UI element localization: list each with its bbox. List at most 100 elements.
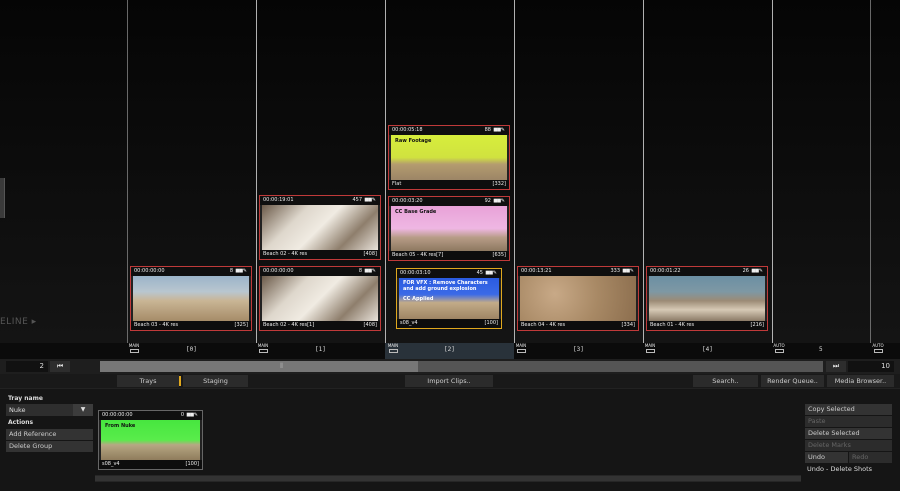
timeline-ruler[interactable]: MAIN MAIN MAIN MAIN MAIN AUTO AUTO [0] [… (0, 343, 900, 359)
add-reference-button[interactable]: Add Reference (6, 429, 93, 440)
signal-icon: ▮▮▮▮ ✎ (186, 412, 198, 418)
scrub-bar: 2 ⏮ ⦀ ⏭ 10 (0, 359, 900, 374)
clip-count: 45 (476, 270, 483, 276)
clip-timecode: 00:00:00:00 (102, 412, 133, 418)
clip-thumbnail[interactable]: 00:00:13:21 333 ▮▮▮▮ ✎ Beach 04 - 4K res [3… (517, 266, 639, 331)
ruler-label: 5 (819, 346, 823, 353)
clip-thumbnail[interactable]: 00:00:00:00 8 ▮▮▮▮ ✎ Beach 02 - 4K res[1] [… (259, 266, 381, 331)
signal-icon: ▮▮▮▮ ✎ (364, 197, 376, 203)
marker-label: MAIN (515, 343, 527, 348)
clip-name: Beach 04 - 4K res (521, 322, 566, 328)
scrollbar-thumb[interactable] (95, 476, 801, 481)
clip-thumbnail[interactable]: 00:00:19:01 457 ▮▮▮▮ ✎ Beach 02 - 4K res [4… (259, 195, 381, 260)
track-divider (870, 0, 871, 343)
marker-label: MAIN (644, 343, 656, 348)
copy-selected-button[interactable]: Copy Selected (805, 404, 892, 415)
clip-version: [332] (492, 181, 506, 187)
jump-end-button[interactable]: ⏭ (826, 361, 846, 372)
clip-timecode: 00:00:01:22 (650, 268, 681, 274)
clip-thumbnail-selected[interactable]: FOR VFX : Remove Characters and add grou… (396, 268, 502, 329)
track-divider (385, 0, 386, 343)
clip-version: [216] (750, 322, 764, 328)
staging-tab[interactable]: Staging (183, 375, 248, 387)
panel-collapse-tab[interactable] (0, 178, 5, 218)
jump-start-button[interactable]: ⏮ (50, 361, 70, 372)
clip-name: Beach 03 - 4K res (134, 322, 179, 328)
grip-icon: ⦀ (280, 362, 284, 370)
signal-icon: ▮▮▮▮ ✎ (493, 127, 505, 133)
redo-button[interactable]: Redo (849, 452, 892, 463)
clip-timecode: 00:00:00:00 (134, 268, 165, 274)
scrollbar-thumb[interactable]: ⦀ (100, 361, 418, 372)
clip-image (262, 276, 378, 321)
clip-thumbnail[interactable]: Raw Footage 00:00:05:18 88 ▮▮▮▮ ✎ Flat [332… (388, 125, 510, 190)
marker-label: MAIN (387, 343, 399, 348)
clip-thumbnail[interactable]: CC Base Grade 00:00:03:20 92 ▮▮▮▮ ✎ Beach … (388, 196, 510, 261)
ruler-label: [0] (186, 346, 197, 353)
marker-label: AUTO (773, 343, 785, 348)
media-browser-button[interactable]: Media Browser.. (827, 375, 894, 387)
clip-timecode: 00:00:03:10 (400, 270, 431, 276)
undo-status-text: Undo - Delete Shots (807, 465, 873, 473)
clip-name: Beach 05 - 4K res[7] (392, 252, 444, 258)
clip-tag: FOR VFX : Remove Characters and add grou… (403, 280, 488, 292)
marker-auto[interactable]: AUTO (772, 343, 786, 353)
tray-scrollbar[interactable] (95, 475, 801, 482)
paste-button[interactable]: Paste (805, 416, 892, 427)
timeline-label: ELINE ▸ (0, 317, 37, 327)
clip-tag: From Nuke (105, 423, 136, 429)
marker-label: MAIN (257, 343, 269, 348)
signal-icon: ▮▮▮▮ ✎ (493, 198, 505, 204)
tray-clip[interactable]: From Nuke 00:00:00:00 0 ▮▮▮▮ ✎ s08_v4 [100] (98, 410, 203, 470)
clip-timecode: 00:00:00:00 (263, 268, 294, 274)
dropdown-arrow-icon[interactable]: ▼ (73, 404, 93, 416)
clip-version: [100] (484, 320, 498, 326)
delete-group-button[interactable]: Delete Group (6, 441, 93, 452)
clip-count: 8 (358, 268, 362, 274)
clip-name: Beach 01 - 4K res (650, 322, 695, 328)
timeline-area[interactable]: ELINE ▸ 00:00:00:00 8 ▮▮▮▮ ✎ Beach 03 - 4K… (0, 0, 900, 343)
trays-tab[interactable]: Trays (117, 375, 179, 387)
clip-version: [408] (363, 251, 377, 257)
timeline-scrollbar[interactable]: ⦀ (100, 361, 823, 372)
marker-auto[interactable]: AUTO (871, 343, 885, 353)
marker-label: MAIN (128, 343, 140, 348)
marker-main[interactable]: MAIN (256, 343, 270, 353)
tray-name-dropdown[interactable]: Nuke ▼ (6, 404, 93, 416)
ruler-label: [4] (702, 346, 713, 353)
clip-name: s08_v4 (400, 320, 418, 326)
marker-main[interactable]: MAIN (514, 343, 528, 353)
tray-name-label: Tray name (8, 395, 43, 402)
delete-selected-button[interactable]: Delete Selected (805, 428, 892, 439)
ruler-label: [1] (315, 346, 326, 353)
marker-label: AUTO (872, 343, 884, 348)
clip-name: s08_v4 (102, 461, 120, 467)
search-button[interactable]: Search.. (693, 375, 758, 387)
render-queue-button[interactable]: Render Queue.. (761, 375, 824, 387)
track-divider (127, 0, 128, 343)
clip-timecode: 00:00:13:21 (521, 268, 552, 274)
clip-thumbnail[interactable]: 00:00:01:22 26 ▮▮▮▮ ✎ Beach 01 - 4K res [21… (646, 266, 768, 331)
undo-button[interactable]: Undo (805, 452, 848, 463)
clip-count: 8 (229, 268, 233, 274)
marker-main[interactable]: MAIN (643, 343, 657, 353)
marker-main[interactable]: MAIN (127, 343, 141, 353)
clip-timecode: 00:00:03:20 (392, 198, 423, 204)
signal-icon: ▮▮▮▮ ✎ (364, 268, 376, 274)
import-clips-button[interactable]: Import Clips.. (405, 375, 493, 387)
start-frame-field[interactable]: 2 (6, 361, 48, 372)
clip-tag-secondary: CC Applied (403, 296, 434, 302)
ruler-label: [2] (444, 346, 455, 353)
clip-version: [325] (234, 322, 248, 328)
track-divider (643, 0, 644, 343)
marker-main[interactable]: MAIN (386, 343, 400, 353)
clip-count: 92 (484, 198, 491, 204)
end-frame-field[interactable]: 10 (848, 361, 894, 372)
tray-panel: Tray name Nuke ▼ Actions Add Reference D… (0, 388, 900, 491)
clip-name: Beach 02 - 4K res[1] (263, 322, 315, 328)
signal-icon: ▮▮▮▮ ✎ (235, 268, 247, 274)
delete-marks-button[interactable]: Delete Marks (805, 440, 892, 451)
tab-divider (179, 376, 181, 386)
clip-thumbnail[interactable]: 00:00:00:00 8 ▮▮▮▮ ✎ Beach 03 - 4K res [325… (130, 266, 252, 331)
ruler-label: [3] (573, 346, 584, 353)
